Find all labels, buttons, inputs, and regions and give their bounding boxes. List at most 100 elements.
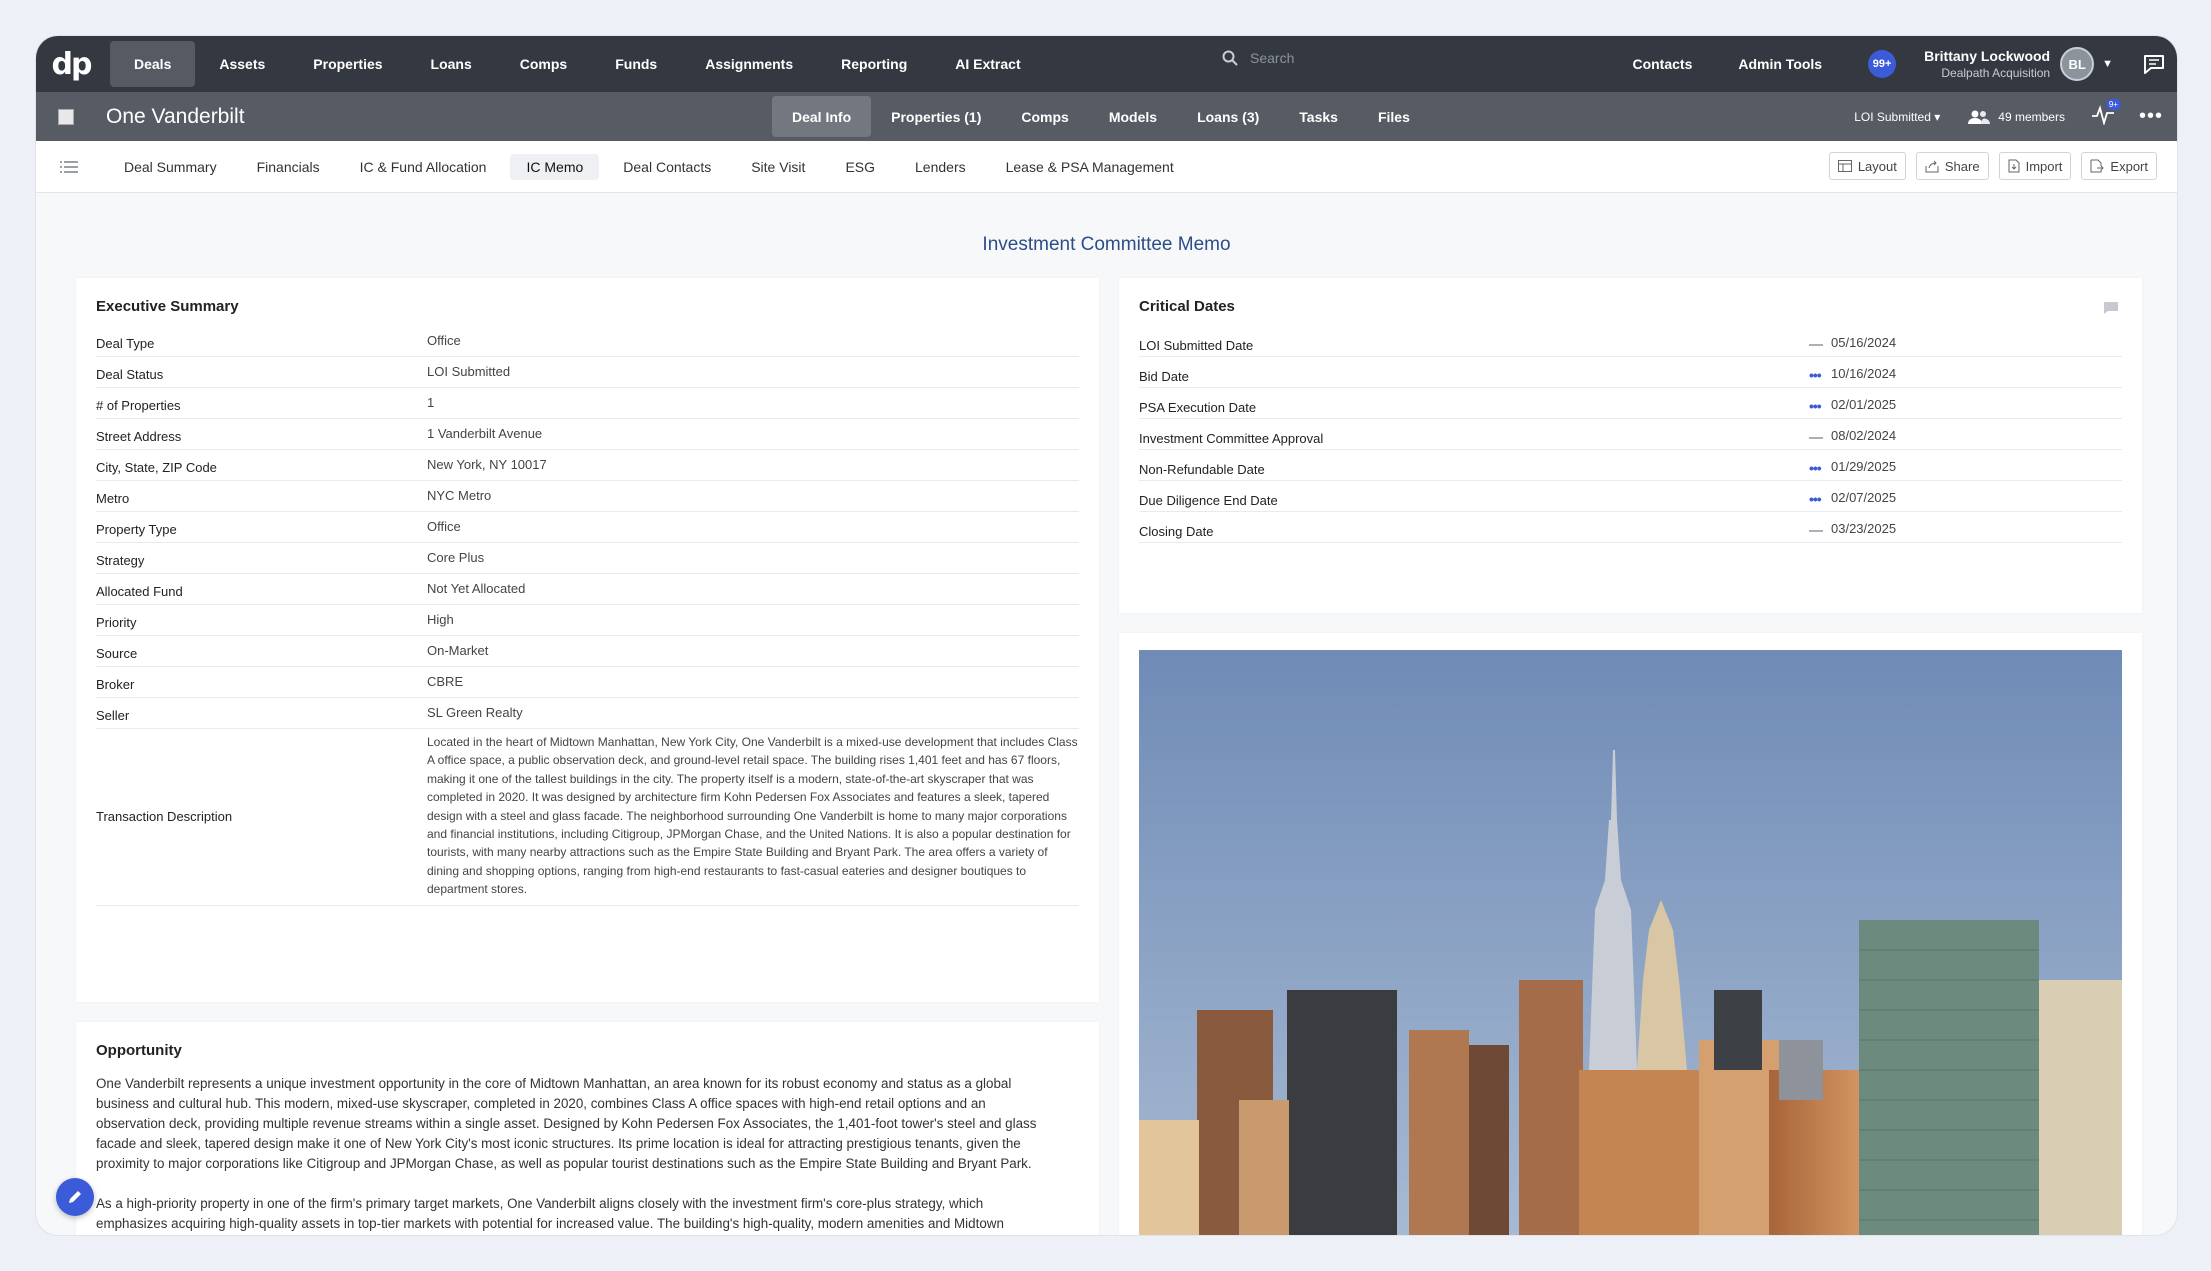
logo-text: dp — [51, 46, 93, 82]
date-label: Closing Date — [1139, 523, 1214, 539]
avatar[interactable]: BL — [2060, 47, 2095, 81]
section-tab-deal-contacts[interactable]: Deal Contacts — [607, 154, 727, 180]
section-tab-financials[interactable]: Financials — [241, 154, 336, 180]
tab-deal-info[interactable]: Deal Info — [772, 96, 872, 137]
nav-reporting[interactable]: Reporting — [817, 41, 931, 87]
table-row: Deal Status LOI Submitted — [96, 357, 1079, 388]
row-value: LOI Submitted — [427, 364, 511, 379]
tab-comps[interactable]: Comps — [1001, 96, 1088, 137]
row-value: New York, NY 10017 — [427, 457, 547, 472]
nav-assignments[interactable]: Assignments — [681, 41, 817, 87]
import-icon — [2008, 159, 2020, 173]
date-label: Investment Committee Approval — [1139, 430, 1324, 446]
section-tab-ic-memo[interactable]: IC Memo — [510, 153, 600, 180]
date-row: Due Diligence End Date ••• 02/07/2025 — [1139, 481, 2122, 512]
table-row: Deal Type Office — [96, 326, 1079, 357]
caret-down-icon: ▾ — [1934, 109, 1941, 124]
section-tab-lease-psa[interactable]: Lease & PSA Management — [990, 154, 1190, 180]
comment-icon[interactable] — [2103, 301, 2119, 315]
deal-status-dropdown[interactable]: LOI Submitted ▾ — [1854, 110, 1940, 124]
activity-button[interactable]: 9+ — [2091, 99, 2121, 128]
row-value: NYC Metro — [427, 488, 492, 503]
deal-header: One Vanderbilt Deal Info Properties (1) … — [36, 92, 2177, 141]
row-label: Priority — [96, 615, 137, 630]
tab-tasks[interactable]: Tasks — [1279, 96, 1358, 137]
nav-properties[interactable]: Properties — [289, 41, 406, 87]
executive-summary-table: Deal Type Office Deal Status LOI Submitted… — [96, 326, 1079, 906]
user-info[interactable]: Brittany Lockwood Dealpath Acquisition — [1924, 48, 2050, 80]
opportunity-paragraph-2: As a high-priority property in one of th… — [96, 1196, 1004, 1231]
row-value: Office — [427, 519, 461, 534]
section-tabs: Deal Summary Financials IC & Fund Alloca… — [36, 141, 2177, 193]
nav-contacts[interactable]: Contacts — [1632, 56, 1692, 72]
search-box[interactable] — [1222, 49, 1512, 67]
logo[interactable]: dp — [36, 36, 106, 92]
activity-badge: 9+ — [2105, 99, 2121, 110]
notifications-badge[interactable]: 99+ — [1868, 50, 1897, 78]
date-label: PSA Execution Date — [1139, 399, 1257, 415]
critical-dates-title: Critical Dates — [1139, 298, 1235, 315]
date-value: 05/16/2024 — [1831, 334, 1897, 350]
date-row: Bid Date ••• 10/16/2024 — [1139, 357, 2122, 388]
row-label: Deal Status — [96, 367, 164, 382]
nav-funds[interactable]: Funds — [591, 41, 681, 87]
pencil-icon — [69, 1191, 81, 1203]
table-row: Broker CBRE — [96, 667, 1079, 698]
share-button[interactable]: Share — [1915, 152, 1989, 180]
top-nav-right: Contacts Admin Tools 99+ Brittany Lockwo… — [1632, 36, 2177, 92]
date-value: 10/16/2024 — [1831, 365, 1897, 381]
members-button[interactable]: 49 members — [1968, 109, 2065, 125]
row-label: Property Type — [96, 522, 177, 537]
date-label: Non-Refundable Date — [1139, 461, 1265, 477]
date-row: Non-Refundable Date ••• 01/29/2025 — [1139, 450, 2122, 481]
layout-label: Layout — [1857, 158, 1897, 174]
import-button[interactable]: Import — [1998, 152, 2072, 180]
date-value: 01/29/2025 — [1831, 458, 1897, 474]
opportunity-paragraph-1: One Vanderbilt represents a unique inves… — [96, 1076, 1037, 1171]
share-label: Share — [1944, 158, 1980, 174]
row-value: On-Market — [427, 643, 489, 658]
more-options-icon[interactable]: ••• — [2139, 105, 2163, 128]
nav-ai-extract[interactable]: AI Extract — [931, 41, 1044, 87]
export-icon — [2090, 159, 2105, 173]
nav-assets[interactable]: Assets — [195, 41, 289, 87]
export-button[interactable]: Export — [2081, 152, 2157, 180]
tab-properties[interactable]: Properties (1) — [871, 96, 1001, 137]
nav-comps[interactable]: Comps — [496, 41, 591, 87]
nav-admin-tools[interactable]: Admin Tools — [1738, 56, 1822, 72]
opportunity-card: Opportunity One Vanderbilt represents a … — [76, 1022, 1099, 1235]
layout-button[interactable]: Layout — [1828, 152, 1906, 180]
nav-deals[interactable]: Deals — [110, 41, 196, 87]
search-input[interactable] — [1248, 49, 1512, 67]
chat-icon[interactable] — [2143, 54, 2165, 74]
table-row: Priority High — [96, 605, 1079, 636]
table-row-transaction: Transaction Description Located in the h… — [96, 729, 1079, 906]
in-progress-dots-icon: ••• — [1809, 460, 1822, 476]
table-row: Strategy Core Plus — [96, 543, 1079, 574]
table-row: City, State, ZIP Code New York, NY 10017 — [96, 450, 1079, 481]
people-icon — [1968, 110, 1991, 124]
pending-dash-icon — [1809, 437, 1823, 440]
executive-summary-title: Executive Summary — [96, 298, 239, 315]
app-window: dp Deals Assets Properties Loans Comps F… — [36, 36, 2177, 1235]
list-icon[interactable] — [60, 160, 78, 173]
date-label: LOI Submitted Date — [1139, 337, 1254, 353]
chevron-down-icon[interactable]: ▼ — [2102, 58, 2113, 70]
section-tab-site-visit[interactable]: Site Visit — [735, 154, 821, 180]
tab-models[interactable]: Models — [1089, 96, 1177, 137]
section-tab-deal-summary[interactable]: Deal Summary — [108, 154, 233, 180]
pending-dash-icon — [1809, 530, 1823, 533]
section-tab-lenders[interactable]: Lenders — [899, 154, 982, 180]
tab-files[interactable]: Files — [1358, 96, 1430, 137]
row-label: # of Properties — [96, 398, 181, 413]
section-tab-ic-fund-allocation[interactable]: IC & Fund Allocation — [344, 154, 503, 180]
section-tab-esg[interactable]: ESG — [829, 154, 891, 180]
table-row: Source On-Market — [96, 636, 1079, 667]
transaction-description: Located in the heart of Midtown Manhatta… — [427, 735, 1078, 897]
deal-status-label: LOI Submitted — [1854, 109, 1931, 124]
nav-loans[interactable]: Loans — [407, 41, 496, 87]
critical-dates-card: Critical Dates LOI Submitted Date 05/16/2… — [1119, 278, 2142, 613]
edit-button[interactable] — [56, 1178, 94, 1216]
row-label: Broker — [96, 677, 135, 692]
tab-loans[interactable]: Loans (3) — [1177, 96, 1279, 137]
